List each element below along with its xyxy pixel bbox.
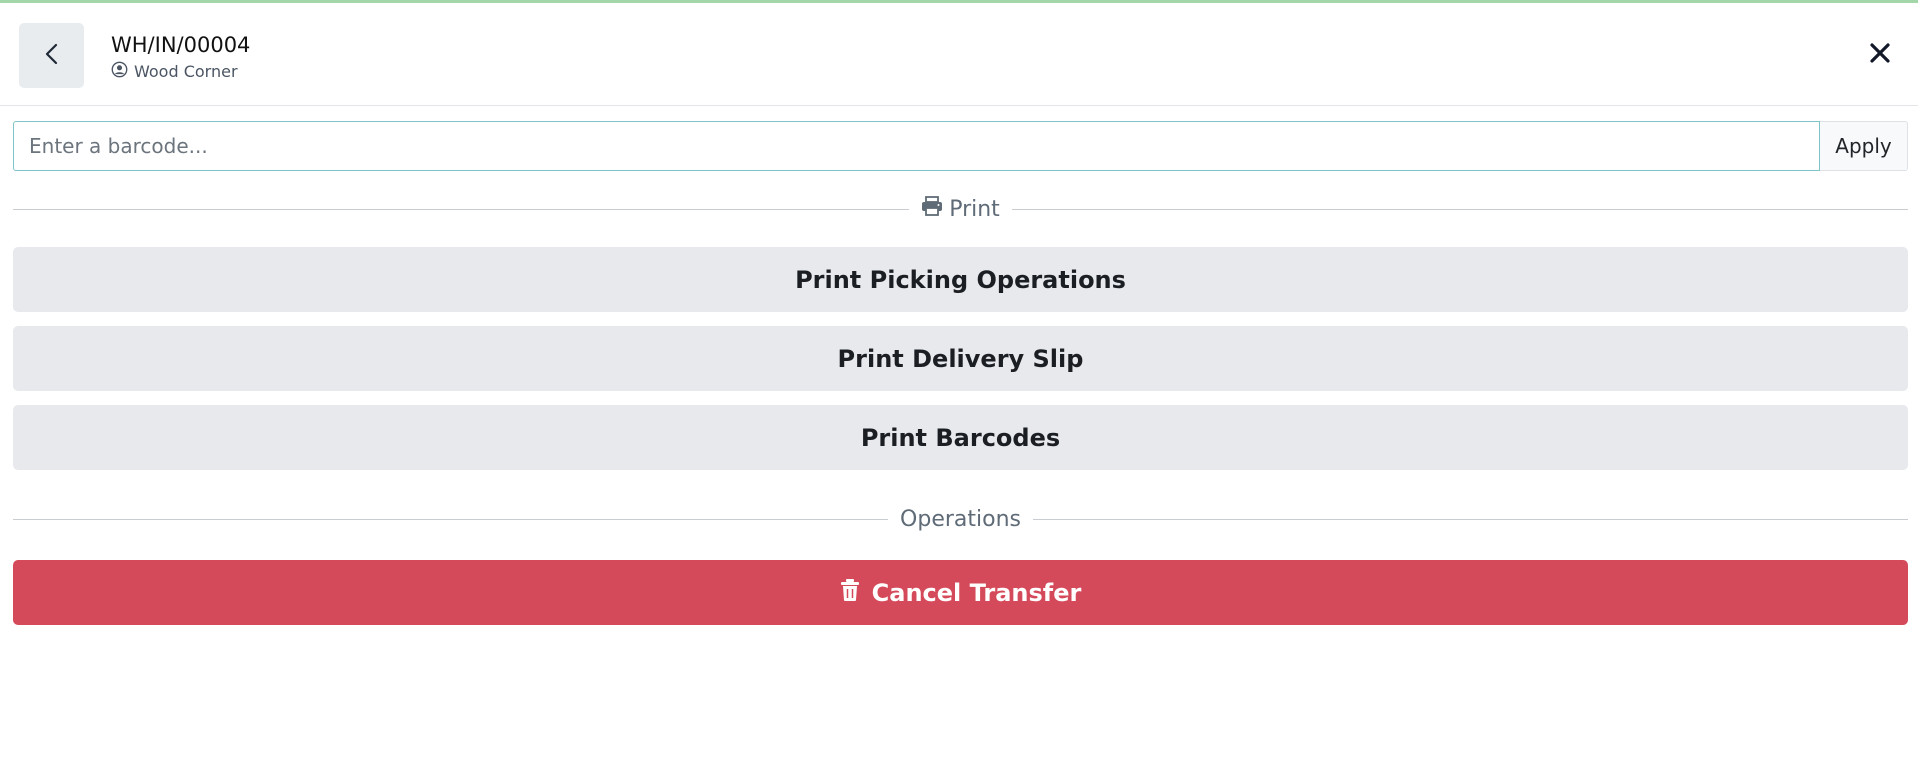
apply-button[interactable]: Apply [1820,121,1908,171]
print-delivery-slip-button[interactable]: Print Delivery Slip [13,326,1908,391]
back-button[interactable] [19,23,84,88]
close-icon [1869,42,1891,68]
print-label-text: Print [949,196,1000,222]
partner-line: Wood Corner [111,61,250,82]
operations-label-text: Operations [900,507,1021,532]
trash-icon [840,578,872,608]
page-title: WH/IN/00004 [111,33,251,57]
operations-divider: Operations [13,507,1909,532]
barcode-row: Apply [13,121,1908,171]
user-circle-icon [111,61,134,82]
header: WH/IN/00004 Wood Corner [0,3,1918,106]
partner-name: Wood Corner [134,62,238,81]
chevron-left-icon [44,42,60,70]
print-section-label: Print [909,196,1012,222]
barcode-input[interactable] [13,121,1820,171]
divider-line [1032,519,1909,520]
divider-line [13,519,889,520]
operations-section-label: Operations [888,507,1033,532]
cancel-transfer-label: Cancel Transfer [871,578,1082,607]
close-button[interactable] [1864,39,1896,71]
print-picking-operations-button[interactable]: Print Picking Operations [13,247,1908,312]
title-block: WH/IN/00004 Wood Corner [111,31,250,82]
printer-icon [921,196,949,222]
divider-line [13,208,910,210]
print-divider: Print [13,196,1909,222]
divider-line [1011,208,1909,210]
cancel-transfer-button[interactable]: Cancel Transfer [13,560,1908,625]
print-barcodes-button[interactable]: Print Barcodes [13,405,1908,470]
